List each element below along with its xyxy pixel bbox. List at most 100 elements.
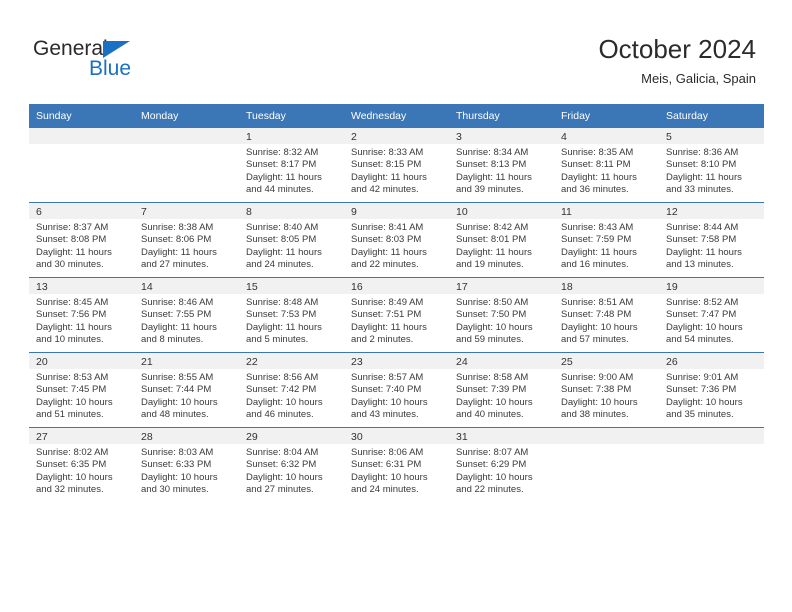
sunset-time: Sunset: 8:15 PM [351,159,422,171]
calendar-day-cell[interactable]: 6 Sunrise: 8:37 AM Sunset: 8:08 PM Daylight… [29,202,134,278]
sunrise-time: Sunrise: 8:04 AM [246,447,319,458]
day-number: 13 [29,278,134,294]
sunset-time: Sunset: 8:17 PM [246,159,317,171]
day-cell-details [134,144,239,199]
day-number: 15 [239,278,344,294]
daylight-duration-line1: Daylight: 10 hours [246,396,323,408]
calendar-day-cell[interactable]: 19 Sunrise: 8:52 AM Sunset: 7:47 PM Dayligh… [659,277,764,353]
calendar-day-cell[interactable]: 8 Sunrise: 8:40 AM Sunset: 8:05 PM Daylight… [239,202,344,278]
sunrise-time: Sunrise: 8:32 AM [246,147,319,158]
day-cell-details: Sunrise: 8:57 AM Sunset: 7:40 PM Daylight:… [344,369,449,422]
brand-name-general: General [33,37,108,60]
sunrise-time: Sunrise: 9:01 AM [666,372,739,383]
day-number: 8 [239,203,344,219]
sunset-time: Sunset: 7:58 PM [666,234,737,246]
calendar-day-cell[interactable]: 13 Sunrise: 8:45 AM Sunset: 7:56 PM Dayligh… [29,277,134,353]
calendar-day-cell[interactable]: 27 Sunrise: 8:02 AM Sunset: 6:35 PM Dayligh… [29,427,134,502]
sunset-time: Sunset: 8:01 PM [456,234,527,246]
daylight-duration-line2: and 30 minutes. [36,259,104,271]
day-number: 7 [134,203,239,219]
calendar-day-cell-empty [134,128,239,203]
calendar-day-cell[interactable]: 21 Sunrise: 8:55 AM Sunset: 7:44 PM Dayligh… [134,352,239,428]
calendar-day-cell[interactable]: 3 Sunrise: 8:34 AM Sunset: 8:13 PM Daylight… [449,128,554,203]
daylight-duration-line1: Daylight: 10 hours [351,396,428,408]
calendar-day-cell[interactable]: 5 Sunrise: 8:36 AM Sunset: 8:10 PM Daylight… [659,128,764,203]
daylight-duration-line2: and 5 minutes. [246,334,309,346]
calendar-day-cell[interactable]: 7 Sunrise: 8:38 AM Sunset: 8:06 PM Daylight… [134,202,239,278]
calendar-day-cell[interactable]: 25 Sunrise: 9:00 AM Sunset: 7:38 PM Dayligh… [554,352,659,428]
day-number: 27 [29,428,134,444]
sunrise-time: Sunrise: 8:55 AM [141,372,214,383]
day-number: 2 [344,128,449,144]
day-number: 23 [344,353,449,369]
calendar-day-cell[interactable]: 9 Sunrise: 8:41 AM Sunset: 8:03 PM Daylight… [344,202,449,278]
calendar-day-cell[interactable]: 20 Sunrise: 8:53 AM Sunset: 7:45 PM Dayligh… [29,352,134,428]
daylight-duration-line2: and 19 minutes. [456,259,524,271]
calendar-day-cell[interactable]: 1 Sunrise: 8:32 AM Sunset: 8:17 PM Daylight… [239,128,344,203]
calendar-day-cell[interactable]: 26 Sunrise: 9:01 AM Sunset: 7:36 PM Dayligh… [659,352,764,428]
calendar-day-cell[interactable]: 12 Sunrise: 8:44 AM Sunset: 7:58 PM Dayligh… [659,202,764,278]
calendar-day-cell[interactable]: 30 Sunrise: 8:06 AM Sunset: 6:31 PM Dayligh… [344,427,449,502]
calendar-day-cell[interactable]: 4 Sunrise: 8:35 AM Sunset: 8:11 PM Daylight… [554,128,659,203]
weekday-header-sunday: Sunday [29,104,134,128]
daylight-duration-line2: and 30 minutes. [141,484,209,496]
daylight-duration-line1: Daylight: 10 hours [456,321,533,333]
sunrise-time: Sunrise: 8:02 AM [36,447,109,458]
page-header: General Blue October 2024 Meis, Galicia,… [0,0,792,100]
day-number: 4 [554,128,659,144]
daylight-duration-line2: and 2 minutes. [351,334,414,346]
daylight-duration-line2: and 32 minutes. [36,484,104,496]
weekday-header-monday: Monday [134,104,239,128]
day-cell-details: Sunrise: 9:01 AM Sunset: 7:36 PM Daylight:… [659,369,764,422]
calendar-day-cell[interactable]: 14 Sunrise: 8:46 AM Sunset: 7:55 PM Dayligh… [134,277,239,353]
day-cell-details: Sunrise: 9:00 AM Sunset: 7:38 PM Daylight:… [554,369,659,422]
calendar-day-cell[interactable]: 18 Sunrise: 8:51 AM Sunset: 7:48 PM Dayligh… [554,277,659,353]
sunrise-time: Sunrise: 8:53 AM [36,372,109,383]
sunrise-time: Sunrise: 8:36 AM [666,147,739,158]
calendar-day-cell[interactable]: 16 Sunrise: 8:49 AM Sunset: 7:51 PM Dayligh… [344,277,449,353]
day-number: 22 [239,353,344,369]
calendar-day-cell[interactable]: 2 Sunrise: 8:33 AM Sunset: 8:15 PM Daylight… [344,128,449,203]
weekday-header-thursday: Thursday [449,104,554,128]
day-cell-details: Sunrise: 8:56 AM Sunset: 7:42 PM Daylight:… [239,369,344,422]
day-cell-details: Sunrise: 8:52 AM Sunset: 7:47 PM Daylight:… [659,294,764,347]
sunset-time: Sunset: 7:56 PM [36,309,107,321]
day-cell-details: Sunrise: 8:02 AM Sunset: 6:35 PM Daylight:… [29,444,134,497]
daylight-duration-line2: and 42 minutes. [351,184,419,196]
calendar-day-cell[interactable]: 23 Sunrise: 8:57 AM Sunset: 7:40 PM Dayligh… [344,352,449,428]
weekday-header-tuesday: Tuesday [239,104,344,128]
calendar-day-cell[interactable]: 24 Sunrise: 8:58 AM Sunset: 7:39 PM Dayligh… [449,352,554,428]
sunrise-time: Sunrise: 8:34 AM [456,147,529,158]
calendar-day-cell[interactable]: 10 Sunrise: 8:42 AM Sunset: 8:01 PM Dayligh… [449,202,554,278]
day-number: 5 [659,128,764,144]
sunrise-time: Sunrise: 8:06 AM [351,447,424,458]
calendar-day-cell[interactable]: 17 Sunrise: 8:50 AM Sunset: 7:50 PM Dayligh… [449,277,554,353]
calendar-day-cell[interactable]: 11 Sunrise: 8:43 AM Sunset: 7:59 PM Dayligh… [554,202,659,278]
sunrise-time: Sunrise: 8:41 AM [351,222,424,233]
day-cell-details [554,444,659,499]
sunrise-time: Sunrise: 8:42 AM [456,222,529,233]
sunrise-time: Sunrise: 9:00 AM [561,372,634,383]
calendar-day-cell[interactable]: 15 Sunrise: 8:48 AM Sunset: 7:53 PM Dayligh… [239,277,344,353]
sunset-time: Sunset: 8:06 PM [141,234,212,246]
daylight-duration-line1: Daylight: 11 hours [36,321,112,333]
daylight-duration-line1: Daylight: 11 hours [246,246,322,258]
calendar-day-cell[interactable]: 22 Sunrise: 8:56 AM Sunset: 7:42 PM Dayligh… [239,352,344,428]
day-cell-details: Sunrise: 8:55 AM Sunset: 7:44 PM Daylight:… [134,369,239,422]
sunset-time: Sunset: 7:59 PM [561,234,632,246]
day-cell-details: Sunrise: 8:45 AM Sunset: 7:56 PM Daylight:… [29,294,134,347]
generalblue-logo[interactable]: General Blue [33,38,263,86]
sunset-time: Sunset: 6:33 PM [141,459,212,471]
calendar-day-cell[interactable]: 29 Sunrise: 8:04 AM Sunset: 6:32 PM Dayligh… [239,427,344,502]
day-number: 11 [554,203,659,219]
day-number [134,128,239,144]
sunrise-time: Sunrise: 8:56 AM [246,372,319,383]
sunset-time: Sunset: 8:08 PM [36,234,107,246]
day-cell-details: Sunrise: 8:49 AM Sunset: 7:51 PM Daylight:… [344,294,449,347]
calendar-day-cell[interactable]: 28 Sunrise: 8:03 AM Sunset: 6:33 PM Dayligh… [134,427,239,502]
daylight-duration-line1: Daylight: 11 hours [141,321,217,333]
daylight-duration-line1: Daylight: 11 hours [456,171,532,183]
sunset-time: Sunset: 7:55 PM [141,309,212,321]
day-number: 31 [449,428,554,444]
calendar-day-cell[interactable]: 31 Sunrise: 8:07 AM Sunset: 6:29 PM Dayligh… [449,427,554,502]
